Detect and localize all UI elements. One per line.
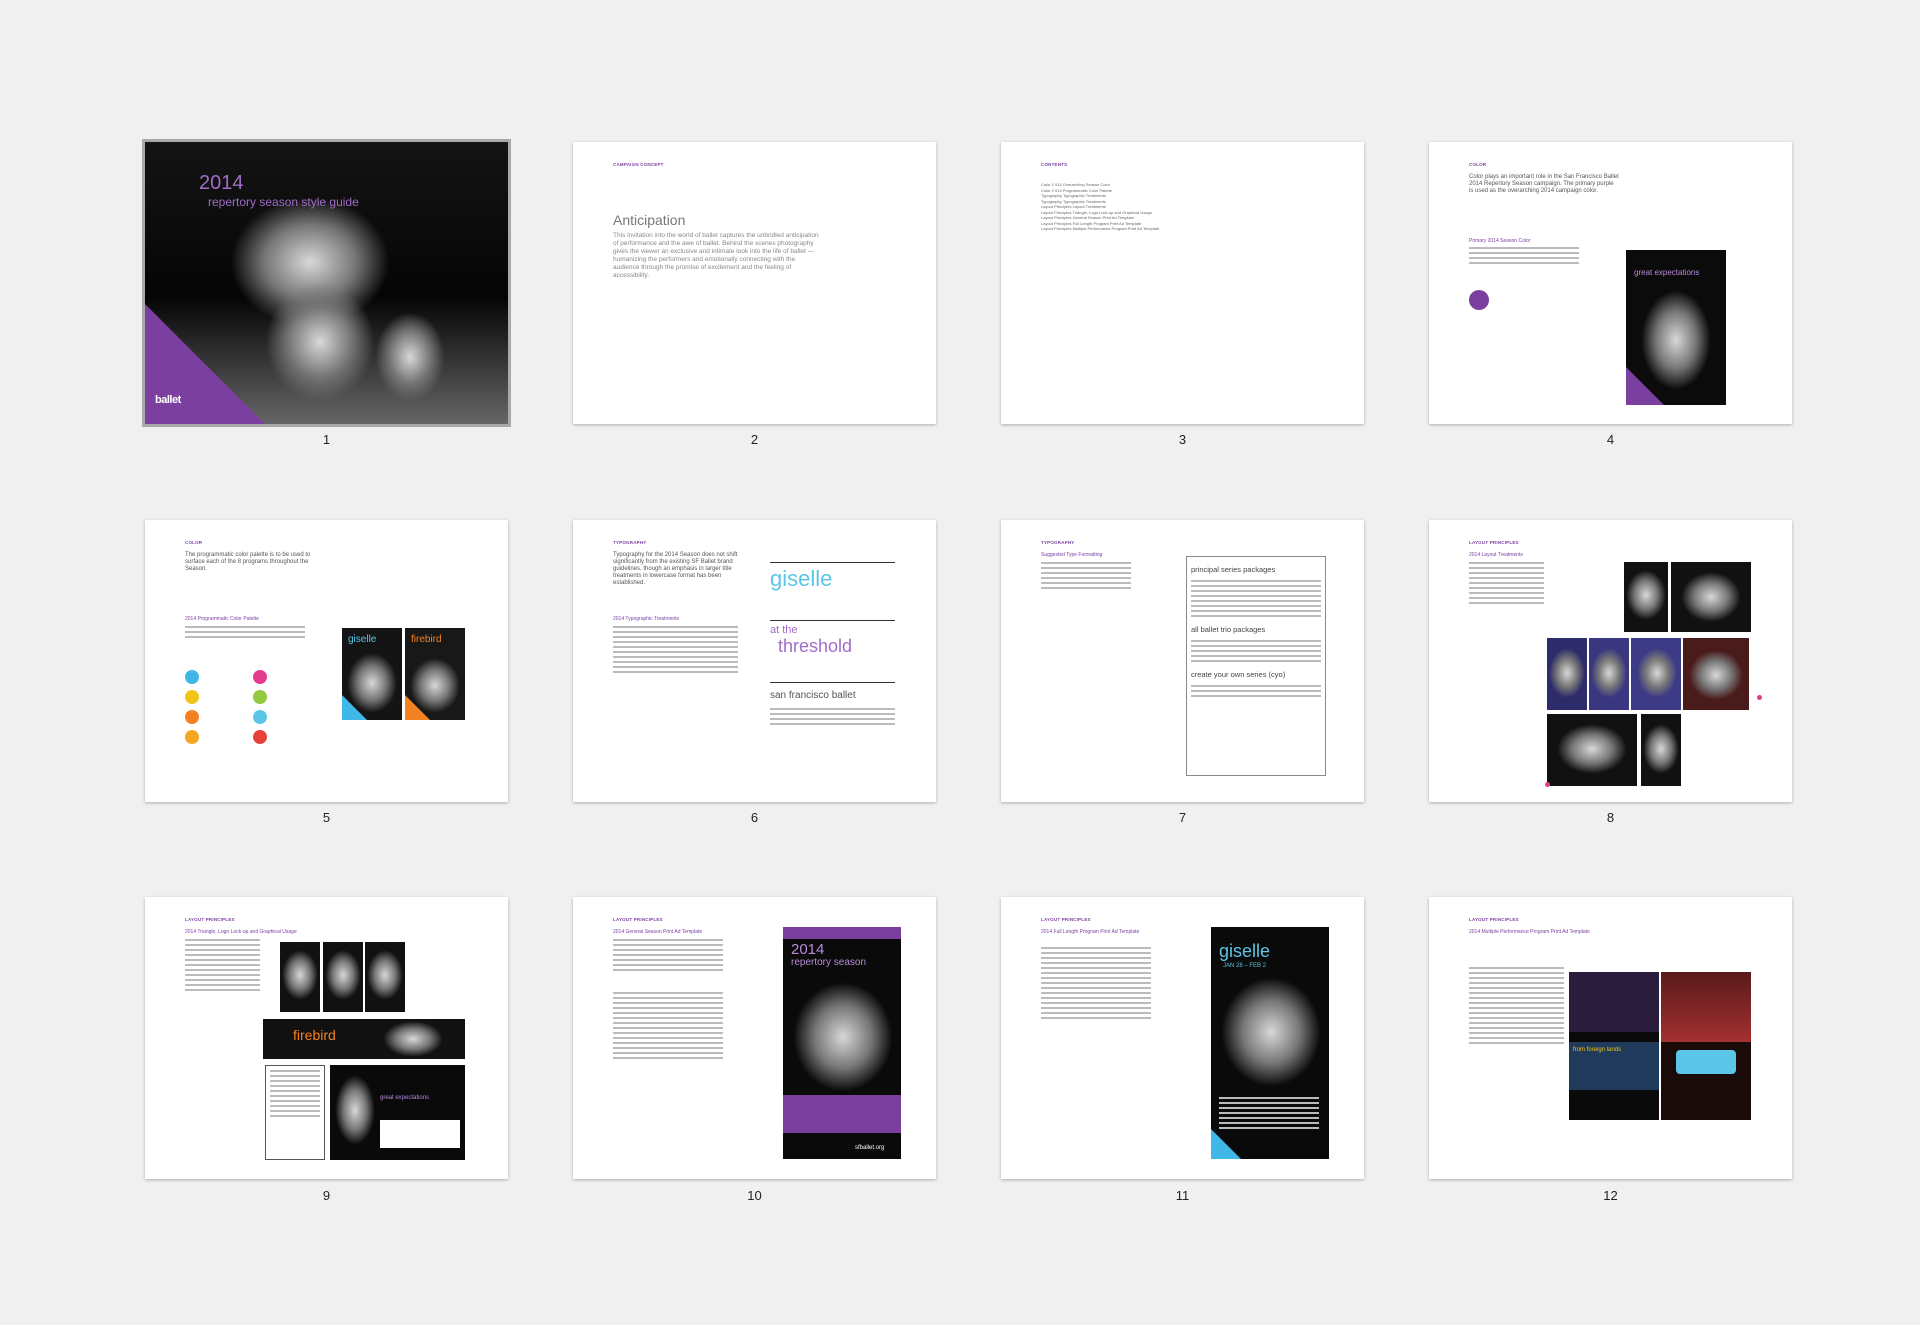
multi-print-ad: from foreign lands [1569,972,1659,1120]
cover-year: 2014 [199,172,244,194]
type-sample-box: principal series packages all ballet tri… [1186,556,1326,776]
page-number-label: 7 [1178,810,1187,825]
section-label: LAYOUT PRINCIPLES [1041,917,1091,922]
section-label: LAYOUT PRINCIPLES [613,917,663,922]
page-number-label: 5 [322,810,331,825]
layout-photo [1547,714,1637,786]
page-thumbnail-2[interactable]: CAMPAIGN CONCEPT Anticipation This invit… [573,142,936,424]
multi-print-ad-photo [1661,972,1751,1120]
page-number-label: 6 [750,810,759,825]
page-number-label: 2 [750,432,759,447]
anticipation-heading: Anticipation [613,212,686,228]
color-intro: The programmatic color palette is to be … [185,552,311,572]
page-number-label: 8 [1606,810,1615,825]
listing-card [265,1065,325,1160]
layout-photo [1547,638,1587,710]
page-number-label: 3 [1178,432,1187,447]
great-expectations-card: great expectations [330,1065,465,1160]
typographic-treatments-heading: 2014 Typographic Treatments [613,616,680,622]
layout-photo [1589,638,1629,710]
page-thumbnail-1[interactable]: 2014 repertory season style guide ballet [142,139,511,427]
section-label: LAYOUT PRINCIPLES [1469,540,1519,545]
section-label: LAYOUT PRINCIPLES [1469,917,1519,922]
page-thumbnail-6[interactable]: TYPOGRAPHY Typography for the 2014 Seaso… [573,520,936,802]
page-thumbnail-4[interactable]: COLOR Color plays an important role in t… [1429,142,1792,424]
primary-color-heading: Primary 2014 Season Color [1469,238,1531,244]
section-label: CAMPAIGN CONCEPT [613,162,664,167]
layout-photo [1631,638,1681,710]
page-number-label: 10 [747,1188,762,1203]
layout-photo [323,942,363,1012]
page-thumbnail-11[interactable]: LAYOUT PRINCIPLES 2014 Full Length Progr… [1001,897,1364,1179]
poster-firebird: firebird [405,628,465,720]
anticipation-body: This invitation into the world of ballet… [613,232,819,279]
contents-list: Color 2 014 Overarching Season Color Col… [1041,182,1261,232]
giselle-print-ad: giselle JAN 28 – FEB 2 [1211,927,1329,1159]
layout-photo [1683,638,1749,710]
page-thumbnail-8[interactable]: LAYOUT PRINCIPLES 2014 Layout Treatments [1429,520,1792,802]
layout-treatments-heading: 2014 Layout Treatments [1469,552,1523,558]
page-thumbnail-5[interactable]: COLOR The programmatic color palette is … [145,520,508,802]
page-thumbnail-9[interactable]: LAYOUT PRINCIPLES 2014 Triangle, Logo Lo… [145,897,508,1179]
layout-photo [1671,562,1751,632]
purple-swatch [1469,290,1489,310]
type-formatting-heading: Suggested Type Formatting [1041,552,1103,558]
firebird-banner: firebird [263,1019,465,1059]
section-label: CONTENTS [1041,162,1068,167]
page-number-label: 11 [1175,1188,1190,1203]
type-sample-giselle: giselle [770,566,833,591]
palette-swatch [253,690,267,704]
layout-photo [280,942,320,1012]
typography-intro: Typography for the 2014 Season does not … [613,552,738,586]
section-label: LAYOUT PRINCIPLES [185,917,235,922]
section-label: TYPOGRAPHY [613,540,647,545]
layout-photo [365,942,405,1012]
type-sample-sfb: san francisco ballet [770,690,856,701]
palette-heading: 2014 Programmatic Color Palette [185,616,259,622]
color-intro: Color plays an important role in the San… [1469,174,1619,194]
purple-triangle [145,304,265,424]
page-thumbnail-10[interactable]: LAYOUT PRINCIPLES 2014 General Season Pr… [573,897,936,1179]
page-number-label: 12 [1603,1188,1618,1203]
page-number-label: 9 [322,1188,331,1203]
section-label: COLOR [185,540,203,545]
type-sample-threshold: threshold [778,636,853,656]
contents-item[interactable]: Layout Principles Multiple Performance P… [1041,226,1261,232]
page-thumbnail-12[interactable]: LAYOUT PRINCIPLES 2014 Multiple Performa… [1429,897,1792,1179]
logo-lockup-heading: 2014 Triangle, Logo Lock-up and Graphica… [185,929,297,935]
page-thumbnail-7[interactable]: TYPOGRAPHY Suggested Type Formatting pri… [1001,520,1364,802]
palette-swatch [185,710,199,724]
program-ad-heading: 2014 Full Length Program Print Ad Templa… [1041,929,1140,935]
poster-giselle: giselle [342,628,402,720]
cover-subtitle: repertory season style guide [208,195,359,209]
season-print-ad: 2014 repertory season sfballet.org [783,927,901,1159]
poster-great-expectations: great expectations [1626,250,1726,405]
section-label: COLOR [1469,162,1487,167]
page-thumbnail-3[interactable]: CONTENTS Color 2 014 Overarching Season … [1001,142,1364,424]
layout-photo [1641,714,1681,786]
palette-swatch [253,730,267,744]
ballet-logo: ballet [155,394,181,406]
season-ad-heading: 2014 General Season Print Ad Template [613,929,703,935]
palette-swatch [185,670,199,684]
thumbnail-grid: 2014 repertory season style guide ballet… [0,0,1920,1325]
type-sample-at-the: at the [770,624,798,636]
palette-swatch [253,670,267,684]
layout-photo [1624,562,1668,632]
palette-swatch [185,690,199,704]
multiple-ad-heading: 2014 Multiple Performance Program Print … [1469,929,1590,935]
page-number-label: 1 [322,432,331,447]
section-label: TYPOGRAPHY [1041,540,1075,545]
palette-swatch [253,710,267,724]
palette-swatch [185,730,199,744]
page-number-label: 4 [1606,432,1615,447]
